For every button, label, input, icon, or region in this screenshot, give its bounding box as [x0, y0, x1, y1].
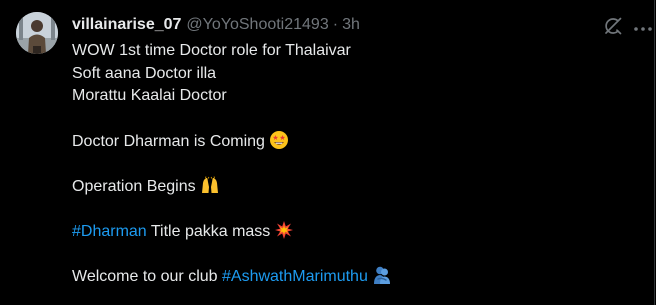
tweet-card[interactable]: villainarise_07 @YoYoShooti21493 · 3h WO…	[0, 0, 655, 305]
tweet-line-4-text: Doctor Dharman is Coming	[72, 133, 265, 150]
hashtag-ashwathmarimuthu[interactable]: #AshwathMarimuthu	[222, 268, 368, 285]
tweet-line-1: WOW 1st time Doctor role for Thalaivar	[72, 42, 351, 59]
user-handle[interactable]: @YoYoShooti21493	[186, 14, 328, 36]
tweet-line-6: #Dharman Title pakka mass	[72, 220, 632, 243]
tweet-line-3: Morattu Kaalai Doctor	[72, 87, 227, 104]
avatar[interactable]	[16, 12, 58, 54]
tweet-line-6-text: Title pakka mass	[146, 223, 271, 240]
more-icon[interactable]	[633, 21, 653, 31]
tweet-line-4: Doctor Dharman is Coming	[72, 130, 632, 153]
star-struck-emoji	[269, 130, 289, 150]
tweet-line-5-text: Operation Begins	[72, 178, 196, 195]
hashtag-dharman[interactable]: #Dharman	[72, 223, 147, 240]
tweet-line-5: Operation Begins	[72, 175, 632, 198]
grok-icon[interactable]	[602, 15, 624, 37]
tweet-line-7-text: Welcome to our club	[72, 268, 222, 285]
tweet-line-2: Soft aana Doctor illa	[72, 64, 217, 82]
tweet-header: villainarise_07 @YoYoShooti21493 · 3h	[72, 14, 360, 36]
tweet-line-7: Welcome to our club #AshwathMarimuthu	[72, 265, 632, 288]
timestamp[interactable]: 3h	[342, 14, 360, 36]
people-hugging-emoji	[372, 265, 392, 285]
separator-dot: ·	[332, 16, 339, 33]
tweet-text: WOW 1st time Doctor role for Thalaivar S…	[72, 40, 632, 288]
display-name[interactable]: villainarise_07	[72, 14, 181, 36]
collision-emoji	[274, 220, 294, 240]
raising-hands-emoji	[200, 175, 220, 195]
